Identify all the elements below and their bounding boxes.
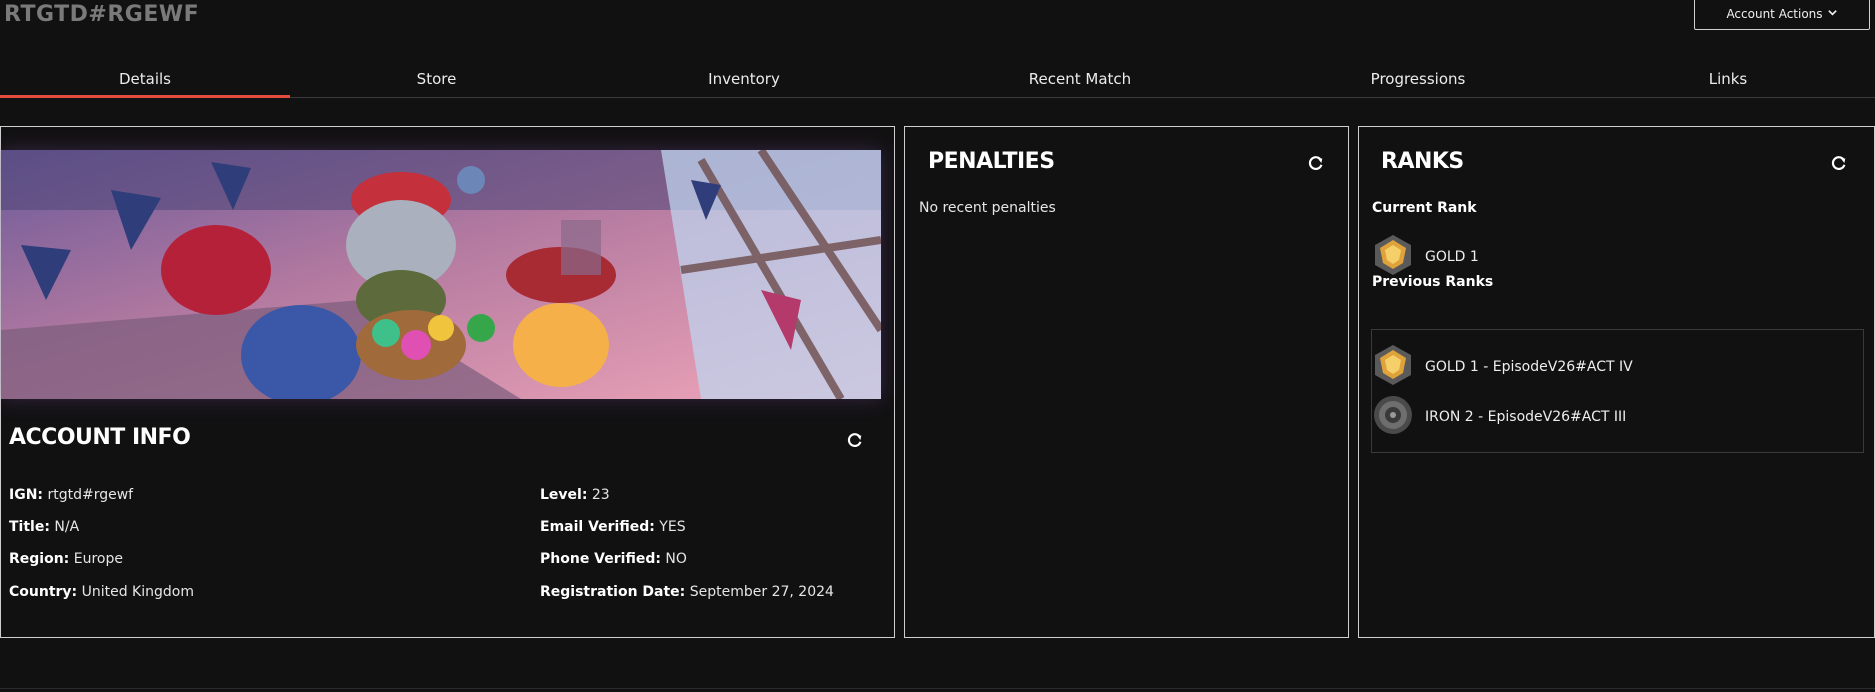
info-title: Title: N/A: [9, 519, 80, 535]
refresh-penalties-icon[interactable]: [1307, 154, 1325, 172]
info-region: Region: Europe: [9, 551, 123, 567]
refresh-account-info-icon[interactable]: [846, 431, 864, 449]
account-actions-label: Account Actions: [1726, 7, 1823, 21]
tab-bar: Details Store Inventory Recent Match Pro…: [0, 61, 1875, 98]
tab-recent-match[interactable]: Recent Match: [905, 61, 1255, 97]
app-logo: RTGTD#RGEWF: [4, 2, 200, 27]
previous-rank-label: GOLD 1 - EpisodeV26#ACT IV: [1425, 359, 1633, 375]
penalties-panel: PENALTIES No recent penalties: [904, 126, 1349, 638]
tab-inventory[interactable]: Inventory: [583, 61, 905, 97]
info-level: Level: 23: [540, 487, 610, 503]
ranks-title: RANKS: [1381, 149, 1464, 174]
ranks-panel: RANKS Current Rank GOLD 1 Previous Ranks…: [1358, 126, 1875, 638]
tab-details[interactable]: Details: [0, 61, 290, 98]
penalties-title: PENALTIES: [928, 149, 1055, 174]
info-phone-verified: Phone Verified: NO: [540, 551, 687, 567]
account-actions-button[interactable]: Account Actions: [1694, 0, 1870, 30]
account-info-panel: ACCOUNT INFO IGN: rtgtd#rgewf Title: N/A…: [0, 126, 895, 638]
info-ign: IGN: rtgtd#rgewf: [9, 487, 134, 503]
chevron-down-icon: [1827, 7, 1838, 21]
current-rank-label: GOLD 1: [1425, 249, 1479, 265]
tab-progressions[interactable]: Progressions: [1255, 61, 1581, 97]
tab-links[interactable]: Links: [1581, 61, 1875, 97]
previous-rank-item: GOLD 1 - EpisodeV26#ACT IV: [1373, 344, 1633, 390]
tab-store[interactable]: Store: [290, 61, 583, 97]
previous-ranks-heading: Previous Ranks: [1372, 274, 1494, 290]
info-email-verified: Email Verified: YES: [540, 519, 686, 535]
refresh-ranks-icon[interactable]: [1830, 154, 1848, 172]
current-rank-heading: Current Rank: [1372, 200, 1477, 216]
previous-rank-label: IRON 2 - EpisodeV26#ACT III: [1425, 409, 1627, 425]
account-info-title: ACCOUNT INFO: [9, 425, 191, 450]
player-card-banner: [1, 150, 881, 399]
info-country: Country: United Kingdom: [9, 584, 194, 600]
iron-rank-icon: [1373, 394, 1413, 440]
penalties-message: No recent penalties: [919, 200, 1056, 216]
footer-divider: [0, 688, 1875, 689]
info-registration-date: Registration Date: September 27, 2024: [540, 584, 834, 600]
gold-rank-icon: [1373, 344, 1413, 390]
previous-rank-item: IRON 2 - EpisodeV26#ACT III: [1373, 394, 1626, 440]
